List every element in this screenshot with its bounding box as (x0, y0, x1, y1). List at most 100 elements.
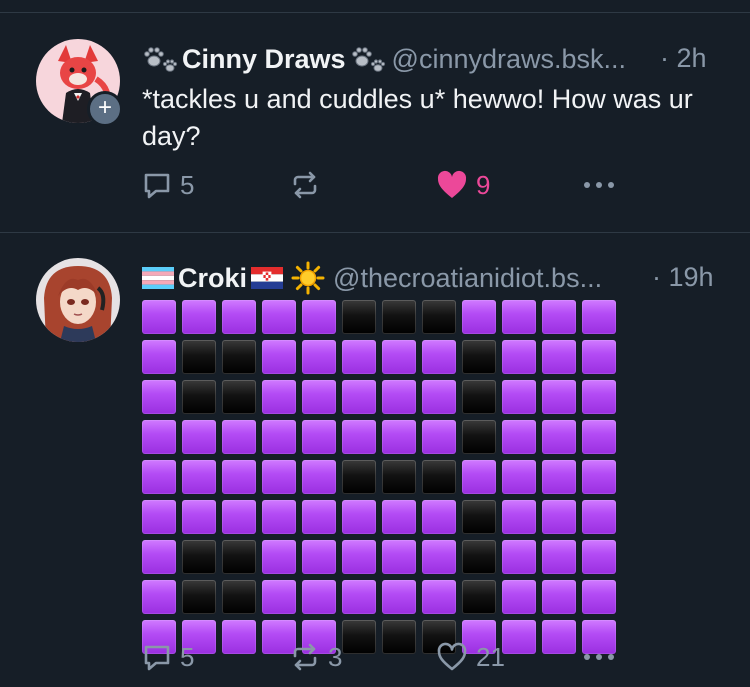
reply-icon (142, 170, 172, 200)
purple-square-emoji (462, 460, 496, 494)
purple-square-emoji (582, 580, 616, 614)
heart-icon (436, 170, 468, 200)
like-button[interactable]: 21 (436, 637, 505, 677)
purple-square-emoji (582, 500, 616, 534)
purple-square-emoji (302, 340, 336, 374)
black-square-emoji (182, 580, 216, 614)
purple-square-emoji (582, 300, 616, 334)
black-square-emoji (222, 580, 256, 614)
post-actions: 5 3 21 (142, 637, 622, 677)
purple-square-emoji (502, 380, 536, 414)
repost-button[interactable]: 3 (290, 637, 342, 677)
black-square-emoji (462, 500, 496, 534)
repost-button[interactable] (290, 165, 320, 205)
purple-square-emoji (382, 340, 416, 374)
purple-square-emoji (342, 340, 376, 374)
post-timestamp[interactable]: · 19h (652, 262, 714, 293)
purple-square-emoji (342, 420, 376, 454)
purple-square-emoji (422, 340, 456, 374)
purple-square-emoji (222, 500, 256, 534)
purple-square-emoji (422, 420, 456, 454)
purple-square-emoji (542, 460, 576, 494)
post-actions: 5 9 (142, 165, 622, 205)
purple-square-emoji (342, 580, 376, 614)
author-handle[interactable]: @cinnydraws.bsk... (392, 44, 626, 75)
paw-icon (350, 44, 386, 74)
sun-icon (291, 261, 325, 295)
purple-square-emoji (502, 500, 536, 534)
purple-square-emoji (222, 420, 256, 454)
author-name[interactable]: Cinny Draws (182, 44, 346, 75)
emoji-grid (142, 300, 616, 654)
repost-count: 3 (328, 641, 343, 672)
black-square-emoji (382, 300, 416, 334)
black-square-emoji (182, 340, 216, 374)
black-square-emoji (182, 540, 216, 574)
black-square-emoji (462, 340, 496, 374)
purple-square-emoji (302, 300, 336, 334)
purple-square-emoji (542, 580, 576, 614)
purple-square-emoji (382, 580, 416, 614)
purple-square-emoji (142, 380, 176, 414)
purple-square-emoji (302, 420, 336, 454)
purple-square-emoji (542, 300, 576, 334)
purple-square-emoji (262, 580, 296, 614)
reply-button[interactable]: 5 (142, 165, 194, 205)
purple-square-emoji (142, 300, 176, 334)
black-square-emoji (342, 300, 376, 334)
post-header: Croki @thecroatianidiot.bs... (142, 260, 652, 296)
purple-square-emoji (302, 580, 336, 614)
purple-square-emoji (542, 340, 576, 374)
like-count: 9 (476, 169, 491, 200)
repost-icon (290, 642, 320, 672)
purple-square-emoji (142, 460, 176, 494)
post-cinny[interactable]: + Cinny Draws @cinnydraws.bsk... · 2h *t… (0, 13, 750, 231)
purple-square-emoji (262, 500, 296, 534)
purple-square-emoji (142, 580, 176, 614)
purple-square-emoji (542, 420, 576, 454)
purple-square-emoji (302, 460, 336, 494)
post-timestamp[interactable]: · 2h (660, 43, 707, 74)
purple-square-emoji (182, 500, 216, 534)
purple-square-emoji (422, 540, 456, 574)
black-square-emoji (222, 540, 256, 574)
purple-square-emoji (222, 460, 256, 494)
purple-square-emoji (142, 540, 176, 574)
purple-square-emoji (422, 380, 456, 414)
author-name[interactable]: Croki (178, 263, 247, 294)
reply-icon (142, 642, 172, 672)
author-handle[interactable]: @thecroatianidiot.bs... (333, 263, 602, 294)
purple-square-emoji (582, 340, 616, 374)
purple-square-emoji (422, 500, 456, 534)
purple-square-emoji (222, 300, 256, 334)
like-button[interactable]: 9 (436, 165, 490, 205)
post-croki[interactable]: Croki @thecroatianidiot.bs... · 19h 5 3 … (0, 233, 750, 687)
purple-square-emoji (382, 380, 416, 414)
black-square-emoji (382, 460, 416, 494)
post-text: *tackles u and cuddles u* hewwo! How was… (142, 84, 693, 151)
purple-square-emoji (502, 540, 536, 574)
purple-square-emoji (542, 500, 576, 534)
avatar[interactable] (36, 258, 120, 342)
black-square-emoji (422, 300, 456, 334)
purple-square-emoji (502, 420, 536, 454)
black-square-emoji (462, 420, 496, 454)
purple-square-emoji (582, 380, 616, 414)
follow-plus-icon[interactable]: + (87, 91, 123, 127)
purple-square-emoji (342, 540, 376, 574)
black-square-emoji (342, 460, 376, 494)
more-icon[interactable] (584, 637, 614, 677)
purple-square-emoji (582, 460, 616, 494)
purple-square-emoji (502, 340, 536, 374)
more-icon[interactable] (584, 165, 614, 205)
purple-square-emoji (302, 380, 336, 414)
black-square-emoji (222, 380, 256, 414)
purple-square-emoji (502, 300, 536, 334)
purple-square-emoji (382, 540, 416, 574)
purple-square-emoji (542, 380, 576, 414)
reply-button[interactable]: 5 (142, 637, 194, 677)
purple-square-emoji (182, 300, 216, 334)
black-square-emoji (462, 540, 496, 574)
purple-square-emoji (262, 420, 296, 454)
trans-flag-icon (142, 267, 174, 289)
